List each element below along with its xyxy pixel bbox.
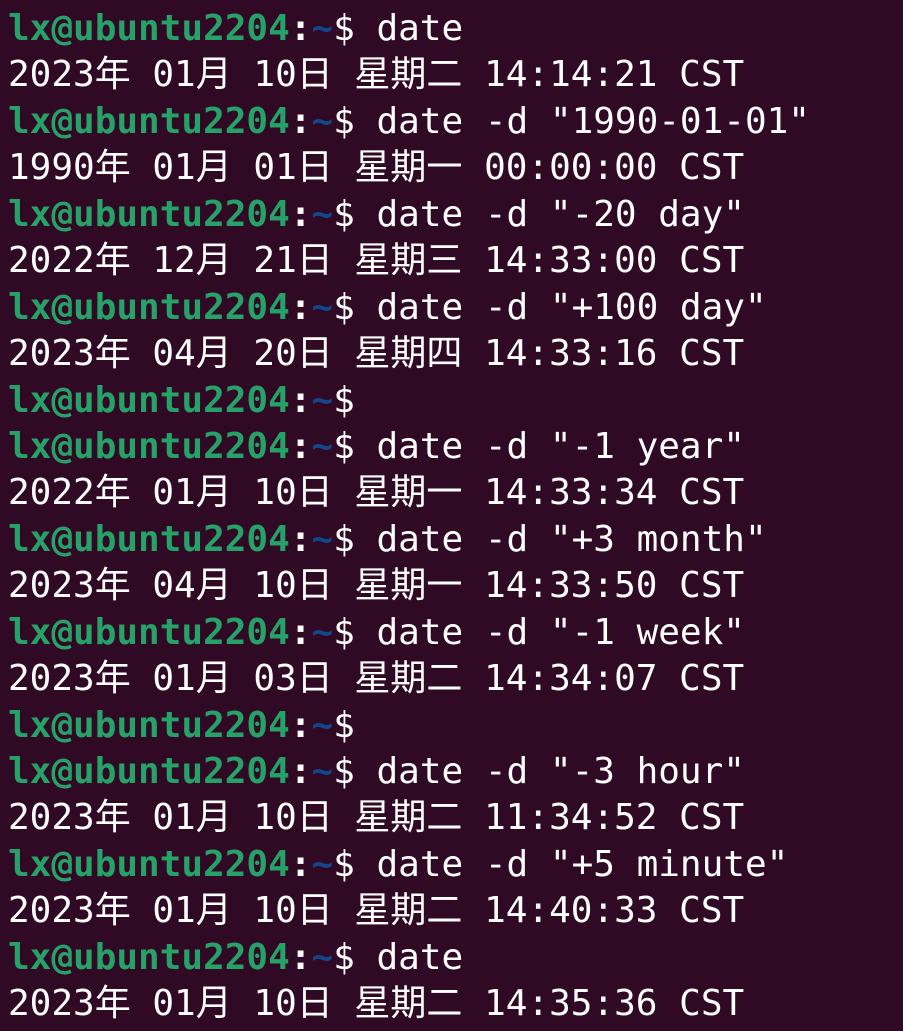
prompt-line: lx@ubuntu2204:~$ xyxy=(8,703,903,749)
terminal-output: lx@ubuntu2204:~$ date 2023年 01月 10日 星期二 1… xyxy=(8,6,903,1028)
prompt-user-host: lx@ubuntu2204 xyxy=(8,843,290,885)
terminal-window[interactable]: lx@ubuntu2204:~$ date 2023年 01月 10日 星期二 1… xyxy=(0,0,903,1031)
prompt-path: ~ xyxy=(311,100,334,142)
prompt-line: lx@ubuntu2204:~$ xyxy=(8,378,903,424)
output-text: 1990年 01月 01日 星期一 00:00:00 CST xyxy=(8,147,745,189)
command-text: date -d "-1 year" xyxy=(376,425,745,467)
output-line: 2023年 01月 10日 星期二 14:35:36 CST xyxy=(8,981,903,1027)
output-text: 2023年 04月 20日 星期四 14:33:16 CST xyxy=(8,333,745,375)
prompt-symbol: $ xyxy=(333,286,377,328)
prompt-symbol: $ xyxy=(333,8,377,49)
prompt-separator: : xyxy=(289,611,312,653)
prompt-line: lx@ubuntu2204:~$ date -d "1990-01-01" xyxy=(8,99,903,145)
output-line: 2023年 04月 10日 星期一 14:33:50 CST xyxy=(8,563,903,609)
prompt-symbol: $ xyxy=(333,704,377,746)
prompt-symbol: $ xyxy=(333,193,377,235)
prompt-user-host: lx@ubuntu2204 xyxy=(8,8,290,49)
command-text: date -d "+5 minute" xyxy=(376,843,789,885)
prompt-symbol: $ xyxy=(333,379,377,421)
output-text: 2023年 01月 10日 星期二 14:35:36 CST xyxy=(8,983,745,1025)
prompt-path: ~ xyxy=(311,611,334,653)
command-text: date -d "-20 day" xyxy=(376,193,745,235)
prompt-symbol: $ xyxy=(333,425,377,467)
command-text: date xyxy=(376,936,464,978)
prompt-user-host: lx@ubuntu2204 xyxy=(8,704,290,746)
command-text: date -d "+100 day" xyxy=(376,286,767,328)
prompt-path: ~ xyxy=(311,751,334,792)
command-text: date -d "+3 month" xyxy=(376,518,767,560)
prompt-path: ~ xyxy=(311,843,334,885)
prompt-separator: : xyxy=(289,8,312,49)
command-text: date -d "-1 week" xyxy=(376,611,745,653)
prompt-separator: : xyxy=(289,193,312,235)
prompt-path: ~ xyxy=(311,8,334,49)
prompt-line: lx@ubuntu2204:~$ date -d "-1 year" xyxy=(8,424,903,470)
prompt-user-host: lx@ubuntu2204 xyxy=(8,751,290,792)
output-text: 2023年 01月 03日 星期二 14:34:07 CST xyxy=(8,658,745,700)
prompt-line: lx@ubuntu2204:~$ date -d "+5 minute" xyxy=(8,842,903,888)
prompt-separator: : xyxy=(289,379,312,421)
prompt-line: lx@ubuntu2204:~$ date -d "+100 day" xyxy=(8,285,903,331)
output-line: 2022年 01月 10日 星期一 14:33:34 CST xyxy=(8,470,903,516)
command-text: date -d "-3 hour" xyxy=(376,751,745,792)
prompt-user-host: lx@ubuntu2204 xyxy=(8,100,290,142)
output-text: 2023年 01月 10日 星期二 14:14:21 CST xyxy=(8,54,745,96)
prompt-path: ~ xyxy=(311,518,334,560)
prompt-path: ~ xyxy=(311,193,334,235)
prompt-path: ~ xyxy=(311,704,334,746)
prompt-user-host: lx@ubuntu2204 xyxy=(8,936,290,978)
output-line: 2023年 01月 10日 星期二 14:14:21 CST xyxy=(8,52,903,98)
prompt-line: lx@ubuntu2204:~$ date -d "-3 hour" xyxy=(8,749,903,795)
prompt-user-host: lx@ubuntu2204 xyxy=(8,518,290,560)
output-line: 2023年 04月 20日 星期四 14:33:16 CST xyxy=(8,331,903,377)
command-text: date xyxy=(376,8,464,49)
output-text: 2022年 01月 10日 星期一 14:33:34 CST xyxy=(8,472,745,514)
command-text: date -d "1990-01-01" xyxy=(376,100,810,142)
prompt-separator: : xyxy=(289,751,312,792)
prompt-user-host: lx@ubuntu2204 xyxy=(8,286,290,328)
output-text: 2023年 04月 10日 星期一 14:33:50 CST xyxy=(8,565,745,607)
prompt-line: lx@ubuntu2204:~$ date xyxy=(8,935,903,981)
prompt-line: lx@ubuntu2204:~$ date -d "+3 month" xyxy=(8,517,903,563)
prompt-path: ~ xyxy=(311,379,334,421)
output-text: 2022年 12月 21日 星期三 14:33:00 CST xyxy=(8,240,745,282)
prompt-user-host: lx@ubuntu2204 xyxy=(8,425,290,467)
prompt-separator: : xyxy=(289,936,312,978)
prompt-symbol: $ xyxy=(333,100,377,142)
prompt-path: ~ xyxy=(311,286,334,328)
prompt-symbol: $ xyxy=(333,751,377,792)
prompt-path: ~ xyxy=(311,425,334,467)
prompt-line: lx@ubuntu2204:~$ date -d "-1 week" xyxy=(8,610,903,656)
prompt-separator: : xyxy=(289,518,312,560)
output-line: 2023年 01月 10日 星期二 14:40:33 CST xyxy=(8,888,903,934)
prompt-line: lx@ubuntu2204:~$ date xyxy=(8,6,903,52)
output-line: 2023年 01月 03日 星期二 14:34:07 CST xyxy=(8,656,903,702)
prompt-symbol: $ xyxy=(333,936,377,978)
output-line: 2022年 12月 21日 星期三 14:33:00 CST xyxy=(8,238,903,284)
prompt-separator: : xyxy=(289,843,312,885)
output-text: 2023年 01月 10日 星期二 14:40:33 CST xyxy=(8,890,745,932)
prompt-symbol: $ xyxy=(333,611,377,653)
prompt-symbol: $ xyxy=(333,518,377,560)
prompt-user-host: lx@ubuntu2204 xyxy=(8,193,290,235)
prompt-separator: : xyxy=(289,286,312,328)
prompt-user-host: lx@ubuntu2204 xyxy=(8,611,290,653)
output-line: 1990年 01月 01日 星期一 00:00:00 CST xyxy=(8,145,903,191)
prompt-separator: : xyxy=(289,100,312,142)
output-line: 2023年 01月 10日 星期二 11:34:52 CST xyxy=(8,795,903,841)
prompt-symbol: $ xyxy=(333,843,377,885)
prompt-line: lx@ubuntu2204:~$ date -d "-20 day" xyxy=(8,192,903,238)
prompt-separator: : xyxy=(289,425,312,467)
prompt-user-host: lx@ubuntu2204 xyxy=(8,379,290,421)
prompt-separator: : xyxy=(289,704,312,746)
prompt-path: ~ xyxy=(311,936,334,978)
output-text: 2023年 01月 10日 星期二 11:34:52 CST xyxy=(8,797,745,839)
